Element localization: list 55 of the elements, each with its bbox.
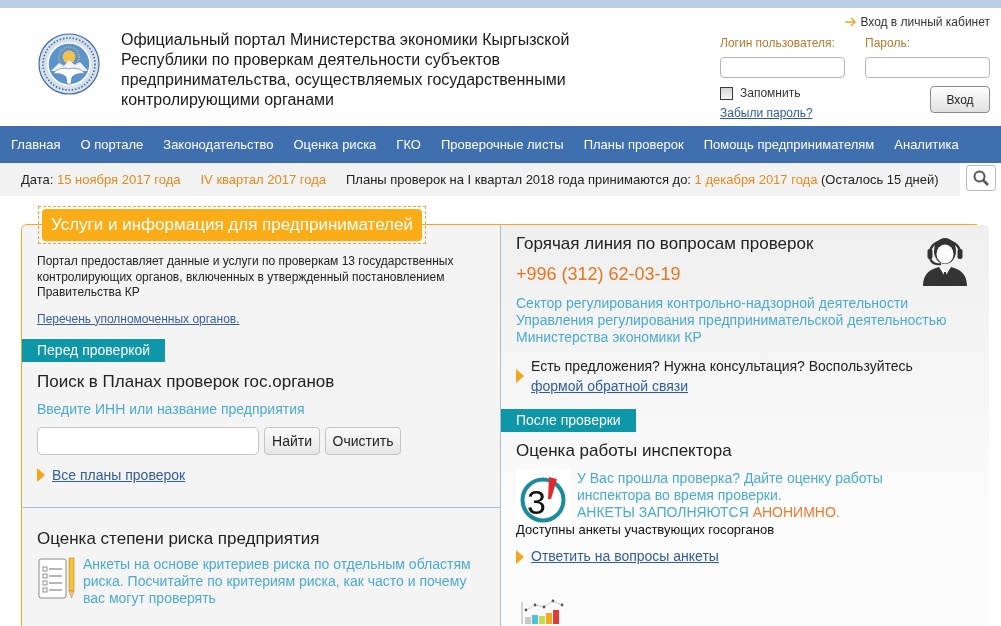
nav-link[interactable]: ГКО	[386, 126, 431, 163]
search-field[interactable]	[37, 426, 259, 455]
field-label: Пароль:	[865, 36, 911, 50]
feedback-link[interactable]: формой обратной связи	[531, 376, 689, 396]
search-icon	[973, 170, 989, 186]
emblem-icon	[38, 32, 100, 96]
clear-button[interactable]: Очистить	[325, 426, 401, 455]
triangle-icon	[37, 468, 45, 482]
portal-title: Официальный портал Министерства экономики Кыргызской Республики по проверкам деятельности субъектов предпринимательства, осуществляемых государственными контролирующими органами	[121, 30, 571, 110]
bar-chart-icon	[520, 598, 566, 624]
services-title: Услуги и информация для предпринимателей	[38, 206, 426, 244]
nav-link[interactable]: Планы проверок	[573, 126, 694, 163]
risk-description: Анкеты на основе критериев риска по отдельным областям риска. Посчитайте по критериям риска, как часто и почему вас могут проверять	[83, 555, 472, 607]
rating-prompt: У Вас прошла проверка? Дайте оценку работы инспектора во время проверки.	[577, 470, 884, 504]
nav-link[interactable]: Главная	[1, 126, 71, 163]
nav-link[interactable]: О портале	[70, 126, 154, 163]
login-button[interactable]: Вход	[930, 86, 990, 113]
cabinet-link[interactable]: Вход в личный кабинет	[845, 15, 990, 29]
section-heading: Горячая линия по вопросам проверок	[516, 234, 814, 254]
remember-label: Запомнить	[740, 86, 801, 100]
section-tag: После проверки	[501, 409, 636, 432]
available-surveys-text: Доступны анкеты участвующих госорганов	[516, 523, 776, 537]
suggestion-text: Есть предложения? Нужна консультация? Воспользуйтесь	[531, 357, 913, 376]
anonymous-note: АНКЕТЫ ЗАПОЛНЯЮТСЯ АНОНИМНО.	[577, 504, 841, 521]
nav-link[interactable]: Законодательство	[153, 126, 284, 163]
arrow-right-icon	[845, 17, 857, 27]
survey-link[interactable]: Ответить на вопросы анкеты	[531, 548, 719, 565]
section-heading: Поиск в Планах проверок гос.органов	[37, 371, 336, 392]
find-button[interactable]: Найти	[264, 426, 320, 455]
deadline-text: Планы проверок на I квартал 2018 года принимаются до: 1 декабря 2017 года (Осталось 15 дней)	[346, 171, 939, 188]
authorities-link[interactable]: Перечень уполномоченных органов.	[37, 311, 240, 327]
section-tag: Перед проверкой	[22, 338, 166, 362]
remember-checkbox[interactable]	[720, 86, 733, 100]
nav-link[interactable]: Помощь предпринимателям	[693, 126, 885, 163]
section-heading: Оценка степени риска предприятия	[37, 528, 321, 549]
hotline-phone: +996 (312) 62-03-19	[516, 263, 682, 285]
field-label: Логин пользователя:	[720, 36, 836, 50]
document-pencil-icon	[38, 555, 76, 600]
score-ring-icon: 3	[516, 469, 570, 523]
nav-link[interactable]: Аналитика	[884, 126, 969, 163]
quarter-text: IV квартал 2017 года	[200, 171, 326, 188]
nav-link[interactable]: Оценка риска	[283, 126, 387, 163]
search-button[interactable]	[966, 165, 996, 191]
department-text: Сектор регулирования контрольно-надзорной деятельности Управления регулирования предпринимательской деятельностью Министерства экономики КР	[516, 295, 948, 346]
section-heading: Оценка работы инспектора	[516, 441, 733, 461]
triangle-icon	[516, 549, 524, 564]
username-field[interactable]	[720, 57, 845, 78]
search-hint: Введите ИНН или название предприятия	[37, 400, 306, 418]
intro-text: Портал предоставляет данные и услуги по проверкам 13 государственных контролирующих органов, включенных в утвержденный постановлением Правительства КР	[37, 254, 455, 301]
date-text: Дата: 15 ноября 2017 года	[21, 171, 181, 188]
all-plans-link[interactable]: Все планы проверок	[52, 466, 186, 484]
nav-link[interactable]: Проверочные листы	[430, 126, 574, 163]
forgot-password-link[interactable]: Забыли пароль?	[720, 106, 813, 120]
password-field[interactable]	[865, 57, 990, 78]
triangle-icon	[516, 369, 524, 383]
